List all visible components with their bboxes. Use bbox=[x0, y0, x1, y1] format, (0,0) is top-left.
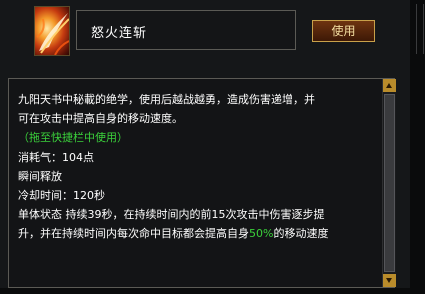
cast-type: 瞬间释放 bbox=[18, 169, 62, 183]
state-text: 升，并在持续时间内每次命中目标都会提高自身 bbox=[18, 227, 249, 241]
use-button[interactable]: 使用 bbox=[312, 20, 375, 42]
window-edge-decoration bbox=[416, 4, 424, 54]
skill-name-box: 怒火连斩 bbox=[76, 10, 296, 50]
scroll-up-arrow-icon[interactable] bbox=[383, 79, 396, 92]
energy-cost: 消耗气：104点 bbox=[18, 150, 94, 164]
state-description: 单体状态 持续39秒，在持续时间内的前15次攻击中伤害逐步提 bbox=[18, 208, 325, 222]
usage-hint: （拖至快捷栏中使用） bbox=[18, 131, 128, 145]
cooldown-time: 冷却时间：120秒 bbox=[18, 188, 105, 202]
scroll-down-arrow-icon[interactable] bbox=[383, 274, 396, 287]
description-line: 可在攻击中提高自身的移动速度。 bbox=[18, 112, 183, 126]
state-text-end: 的移动速度 bbox=[273, 227, 329, 241]
scroll-thumb[interactable] bbox=[384, 94, 395, 272]
state-description-continued: 升，并在持续时间内每次命中目标都会提高自身50%的移动速度 bbox=[18, 224, 376, 243]
description-line: 九阳天书中秘載的绝学，使用后越战越勇，造成伤害递增，并 bbox=[18, 93, 315, 106]
skill-tooltip-window: 怒火连斩 使用 九阳天书中秘載的绝学，使用后越战越勇，造成伤害递增，并 可在攻击… bbox=[0, 0, 425, 294]
description-text: 九阳天书中秘載的绝学，使用后越战越勇，造成伤害递增，并 可在攻击中提高自身的移动… bbox=[18, 90, 376, 244]
window-bottom-edge bbox=[0, 288, 410, 294]
description-panel: 九阳天书中秘載的绝学，使用后越战越勇，造成伤害递增，并 可在攻击中提高自身的移动… bbox=[8, 78, 396, 288]
speed-bonus-value: 50% bbox=[249, 227, 274, 241]
description-scrollbar[interactable] bbox=[382, 79, 396, 287]
flaming-blade-icon[interactable] bbox=[34, 6, 70, 56]
skill-name: 怒火连斩 bbox=[91, 26, 148, 41]
